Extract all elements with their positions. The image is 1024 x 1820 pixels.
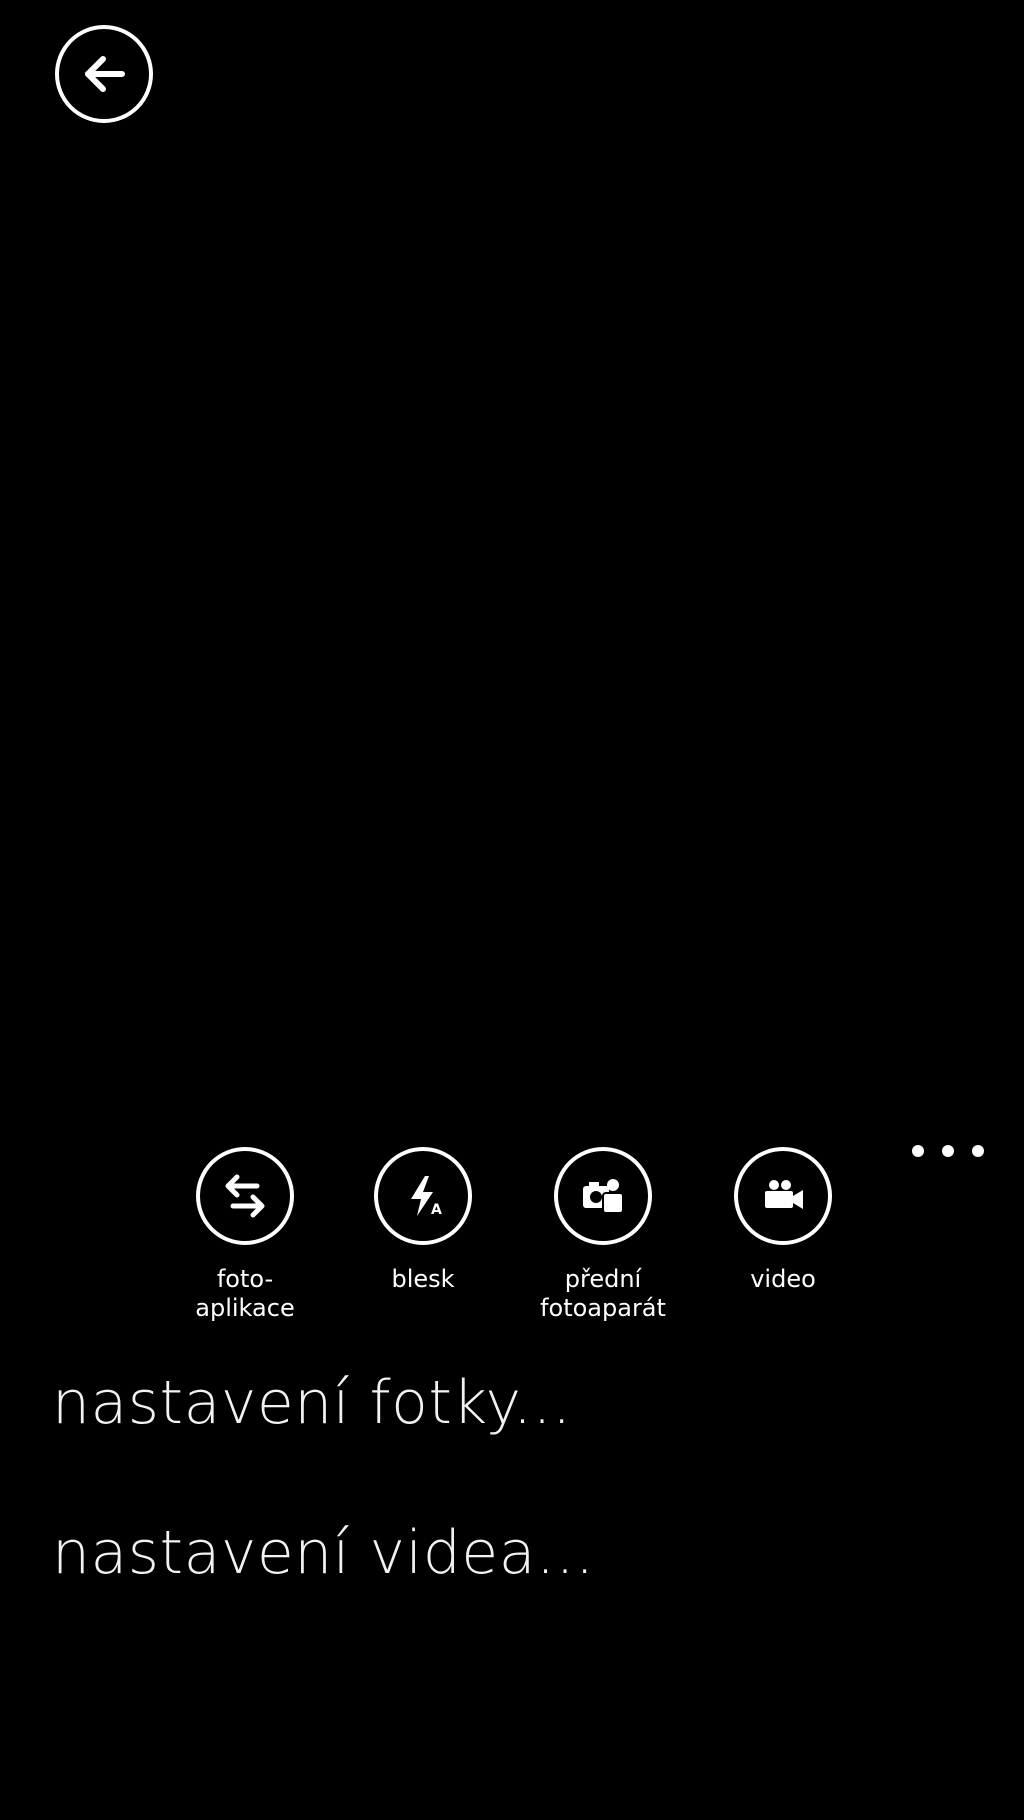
more-button[interactable] xyxy=(912,1140,984,1162)
lens-apps-button[interactable]: foto- aplikace xyxy=(165,1147,325,1347)
flash-label: blesk xyxy=(391,1265,455,1293)
ellipsis-icon xyxy=(912,1145,924,1157)
flash-button[interactable]: A blesk xyxy=(343,1147,503,1347)
video-settings-item[interactable]: nastavení videa... xyxy=(52,1518,595,1588)
lens-switch-icon xyxy=(196,1147,294,1245)
svg-text:A: A xyxy=(431,1202,442,1218)
lens-apps-label: foto- aplikace xyxy=(195,1265,295,1322)
video-camera-icon xyxy=(734,1147,832,1245)
ellipsis-icon xyxy=(942,1145,954,1157)
photo-settings-item[interactable]: nastavení fotky... xyxy=(52,1368,572,1438)
front-camera-label: přední fotoaparát xyxy=(540,1265,666,1322)
flash-auto-icon: A xyxy=(374,1147,472,1245)
front-camera-icon xyxy=(554,1147,652,1245)
video-button[interactable]: video xyxy=(703,1147,863,1347)
front-camera-button[interactable]: přední fotoaparát xyxy=(523,1147,683,1347)
back-button[interactable] xyxy=(55,25,153,123)
arrow-left-icon xyxy=(85,56,125,92)
ellipsis-icon xyxy=(972,1145,984,1157)
video-label: video xyxy=(750,1265,816,1293)
